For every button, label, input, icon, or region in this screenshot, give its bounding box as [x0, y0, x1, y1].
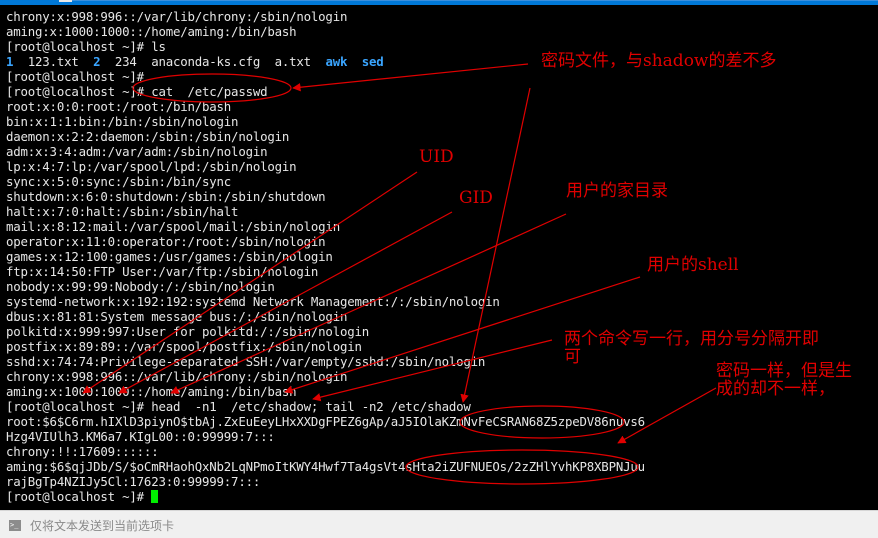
terminal-line-text: aming:x:1000:1000::/home/aming:/bin/bash: [6, 384, 297, 399]
active-tab-indicator[interactable]: [59, 0, 72, 2]
terminal-line: postfix:x:89:89::/var/spool/postfix:/sbi…: [6, 339, 645, 354]
terminal-line-text: adm:x:3:4:adm:/var/adm:/sbin/nologin: [6, 144, 268, 159]
terminal-line: systemd-network:x:192:192:systemd Networ…: [6, 294, 645, 309]
terminal-line-text: [root@localhost ~]# ls: [6, 39, 166, 54]
terminal-line-text: postfix:x:89:89::/var/spool/postfix:/sbi…: [6, 339, 362, 354]
terminal-line: chrony:x:998:996::/var/lib/chrony:/sbin/…: [6, 9, 645, 24]
terminal-line-text: mail:x:8:12:mail:/var/spool/mail:/sbin/n…: [6, 219, 340, 234]
annotation-user-shell: 用户的shell: [647, 255, 739, 275]
terminal-line-text: sync:x:5:0:sync:/sbin:/bin/sync: [6, 174, 232, 189]
terminal-line: dbus:x:81:81:System message bus:/:/sbin/…: [6, 309, 645, 324]
annotation-uid: UID: [419, 147, 454, 167]
terminal-line: chrony:!!:17609::::::: [6, 444, 645, 459]
terminal-prompt-line[interactable]: [root@localhost ~]#: [6, 489, 645, 504]
terminal-line: operator:x:11:0:operator:/root:/sbin/nol…: [6, 234, 645, 249]
terminal-line-text: bin:x:1:1:bin:/bin:/sbin/nologin: [6, 114, 239, 129]
annotation-gid: GID: [459, 188, 493, 208]
terminal-line: [root@localhost ~]# cat /etc/passwd: [6, 84, 645, 99]
shell-prompt: [root@localhost ~]#: [6, 489, 152, 504]
terminal-lines: chrony:x:998:996::/var/lib/chrony:/sbin/…: [6, 9, 645, 504]
terminal-line-text: rajBgTp4NZIJy5Cl:17623:0:99999:7:::: [6, 474, 261, 489]
terminal-line-text: aming:x:1000:1000::/home/aming:/bin/bash: [6, 24, 297, 39]
terminal-line-text: polkitd:x:999:997:User for polkitd:/:/sb…: [6, 324, 369, 339]
terminal-line: polkitd:x:999:997:User for polkitd:/:/sb…: [6, 324, 645, 339]
terminal-line: aming:x:1000:1000::/home/aming:/bin/bash: [6, 24, 645, 39]
annotation-passwd-file: 密码文件，与shadow的差不多: [541, 51, 777, 71]
terminal-line-text: chrony:x:998:996::/var/lib/chrony:/sbin/…: [6, 369, 348, 384]
terminal-line-text: systemd-network:x:192:192:systemd Networ…: [6, 294, 500, 309]
terminal-line: daemon:x:2:2:daemon:/sbin:/sbin/nologin: [6, 129, 645, 144]
annotation-same-password: 密码一样，但是生 成的却不一样，: [716, 361, 852, 399]
directory-entry: awk: [325, 54, 348, 69]
terminal-line: [root@localhost ~]#: [6, 69, 645, 84]
terminal-line-text: dbus:x:81:81:System message bus:/:/sbin/…: [6, 309, 348, 324]
tab-strip: [72, 0, 878, 1]
terminal-line-text: shutdown:x:6:0:shutdown:/sbin:/sbin/shut…: [6, 189, 326, 204]
directory-entry: sed: [361, 54, 384, 69]
terminal-line-text: chrony:!!:17609::::::: [6, 444, 159, 459]
terminal-line: mail:x:8:12:mail:/var/spool/mail:/sbin/n…: [6, 219, 645, 234]
terminal-line: sync:x:5:0:sync:/sbin:/bin/sync: [6, 174, 645, 189]
terminal-line: lp:x:4:7:lp:/var/spool/lpd:/sbin/nologin: [6, 159, 645, 174]
terminal-line: root:$6$C6rm.hIXlD3piynO$tbAj.ZxEuEeyLHx…: [6, 414, 645, 429]
terminal-line: ftp:x:14:50:FTP User:/var/ftp:/sbin/nolo…: [6, 264, 645, 279]
terminal-line-text: [root@localhost ~]# cat /etc/passwd: [6, 84, 268, 99]
terminal-line: Hzg4VIUlh3.KM6a7.KIgL00::0:99999:7:::: [6, 429, 645, 444]
terminal-output[interactable]: chrony:x:998:996::/var/lib/chrony:/sbin/…: [0, 5, 878, 510]
text-cursor: [151, 490, 159, 503]
terminal-line-text: halt:x:7:0:halt:/sbin:/sbin/halt: [6, 204, 239, 219]
terminal-line-text: ftp:x:14:50:FTP User:/var/ftp:/sbin/nolo…: [6, 264, 319, 279]
file-entry: 234 anaconda-ks.cfg a.txt: [100, 54, 326, 69]
terminal-line: [root@localhost ~]# head -n1 /etc/shadow…: [6, 399, 645, 414]
terminal-line: chrony:x:998:996::/var/lib/chrony:/sbin/…: [6, 369, 645, 384]
terminal-line-text: [root@localhost ~]#: [6, 69, 144, 84]
terminal-line-text: lp:x:4:7:lp:/var/spool/lpd:/sbin/nologin: [6, 159, 297, 174]
terminal-line-text: daemon:x:2:2:daemon:/sbin:/sbin/nologin: [6, 129, 290, 144]
terminal-line: rajBgTp4NZIJy5Cl:17623:0:99999:7:::: [6, 474, 645, 489]
send-to-current-tab-label[interactable]: 仅将文本发送到当前选项卡: [30, 517, 174, 534]
terminal-icon: >_: [9, 520, 21, 531]
terminal-line: bin:x:1:1:bin:/bin:/sbin/nologin: [6, 114, 645, 129]
terminal-line-text: Hzg4VIUlh3.KM6a7.KIgL00::0:99999:7:::: [6, 429, 275, 444]
terminal-line: adm:x:3:4:adm:/var/adm:/sbin/nologin: [6, 144, 645, 159]
terminal-line-text: sshd:x:74:74:Privilege-separated SSH:/va…: [6, 354, 486, 369]
terminal-line: nobody:x:99:99:Nobody:/:/sbin/nologin: [6, 279, 645, 294]
terminal-line-text: chrony:x:998:996::/var/lib/chrony:/sbin/…: [6, 9, 348, 24]
terminal-line: aming:x:1000:1000::/home/aming:/bin/bash: [6, 384, 645, 399]
file-entry: [347, 54, 362, 69]
annotation-home-dir: 用户的家目录: [566, 181, 668, 201]
file-entry: 123.txt: [13, 54, 94, 69]
terminal-line-text: aming:$6$qjJDb/S/$oCmRHaohQxNb2LqNPmoItK…: [6, 459, 645, 474]
terminal-line: root:x:0:0:root:/root:/bin/bash: [6, 99, 645, 114]
send-input-bar[interactable]: >_ 仅将文本发送到当前选项卡: [0, 510, 878, 538]
terminal-line: games:x:12:100:games:/usr/games:/sbin/no…: [6, 249, 645, 264]
terminal-line-text: root:$6$C6rm.hIXlD3piynO$tbAj.ZxEuEeyLHx…: [6, 414, 645, 429]
terminal-line-text: nobody:x:99:99:Nobody:/:/sbin/nologin: [6, 279, 275, 294]
terminal-line-text: operator:x:11:0:operator:/root:/sbin/nol…: [6, 234, 326, 249]
terminal-line: aming:$6$qjJDb/S/$oCmRHaohQxNb2LqNPmoItK…: [6, 459, 645, 474]
terminal-line-text: [root@localhost ~]# head -n1 /etc/shadow…: [6, 399, 471, 414]
terminal-line: halt:x:7:0:halt:/sbin:/sbin/halt: [6, 204, 645, 219]
terminal-line: sshd:x:74:74:Privilege-separated SSH:/va…: [6, 354, 645, 369]
terminal-line-text: root:x:0:0:root:/root:/bin/bash: [6, 99, 232, 114]
terminal-line: shutdown:x:6:0:shutdown:/sbin:/sbin/shut…: [6, 189, 645, 204]
terminal-line-text: games:x:12:100:games:/usr/games:/sbin/no…: [6, 249, 333, 264]
